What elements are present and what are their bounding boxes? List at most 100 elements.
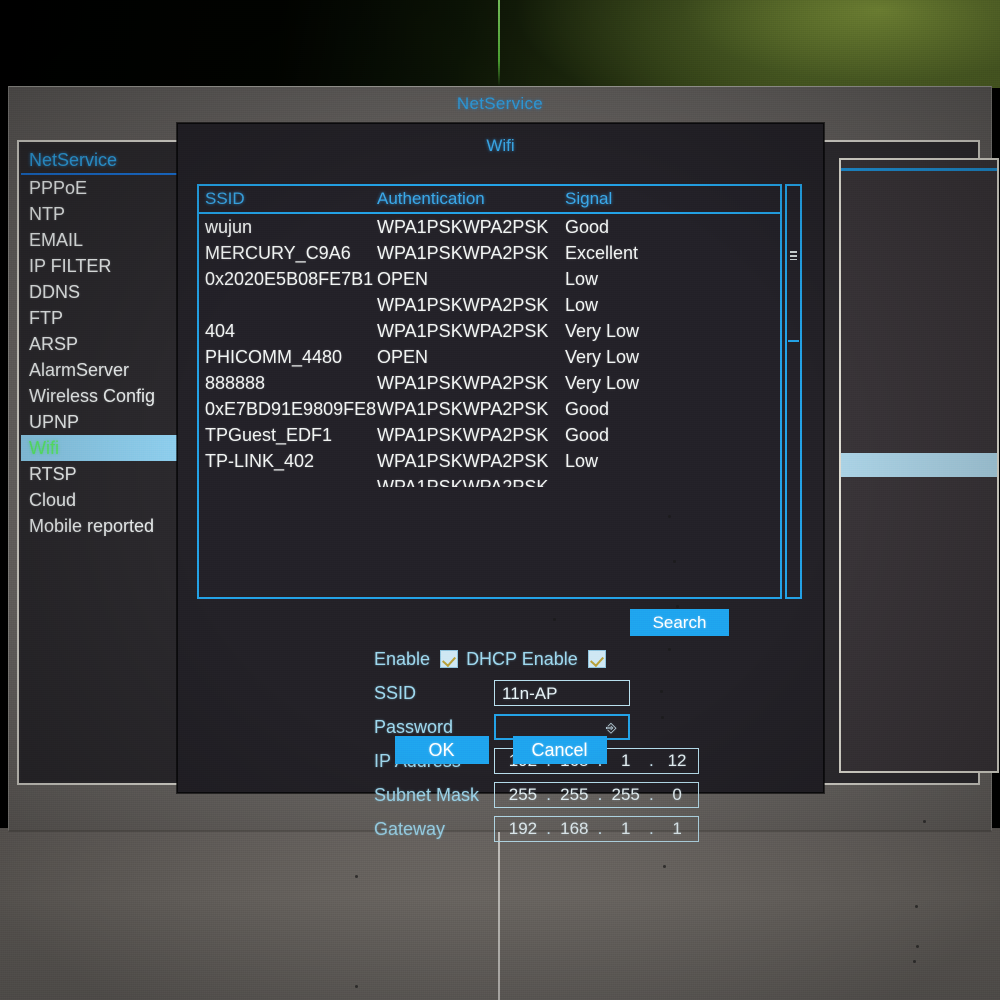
enable-label: Enable <box>374 648 431 669</box>
password-label: Password <box>374 716 454 737</box>
sidebar-item-rtsp[interactable]: RTSP <box>21 461 200 487</box>
sidebar-item-label: Cloud <box>29 490 77 510</box>
cell-signal: Excellent <box>565 243 639 263</box>
netservice-right-panel <box>839 158 999 773</box>
sidebar-item-label: Mobile reported <box>29 516 155 536</box>
table-row[interactable]: 0xE7BD91E9809FE8 WPA1PSKWPA2PSK Good <box>199 396 780 422</box>
subnet-dot: . <box>649 785 654 804</box>
table-row[interactable]: 404 WPA1PSKWPA2PSK Very Low <box>199 318 780 344</box>
sidebar-item-email[interactable]: EMAIL <box>21 227 200 253</box>
sidebar-item-alarmserver[interactable]: AlarmServer <box>21 357 200 383</box>
sidebar-item-arsp[interactable]: ARSP <box>21 331 200 357</box>
sidebar-item-upnp[interactable]: UPNP <box>21 409 200 435</box>
wifi-list-header: SSID Authentication Signal <box>199 186 780 214</box>
subnet-octets: 255 . 255 . 255 . 0 <box>502 783 698 807</box>
green-laser-line <box>498 0 500 86</box>
subnet-octet-3[interactable]: 255 <box>605 782 647 808</box>
enable-checkbox[interactable] <box>440 650 459 668</box>
cell-signal: Low <box>565 269 599 289</box>
sidebar-item-label: Wireless Config <box>29 386 156 406</box>
netservice-sidebar[interactable]: NetService PPPoE NTP EMAIL IP FILTER DDN… <box>21 144 201 781</box>
search-button[interactable]: Search <box>630 609 729 636</box>
cell-signal: Very Low <box>565 321 640 341</box>
wifi-network-list-area: SSID Authentication Signal wujun WPA1PSK… <box>197 184 802 599</box>
sidebar-item-label: EMAIL <box>29 230 84 250</box>
sidebar-item-cloud[interactable]: Cloud <box>21 487 200 513</box>
sidebar-item-mobile-reported[interactable]: Mobile reported <box>21 513 200 539</box>
table-row[interactable]: wujun WPA1PSKWPA2PSK Good <box>199 214 780 240</box>
photo-background-top <box>0 0 1000 88</box>
column-header-ssid: SSID <box>205 189 245 208</box>
sidebar-item-ip-filter[interactable]: IP FILTER <box>21 253 200 279</box>
sidebar-item-label: IP FILTER <box>29 256 112 276</box>
cell-ssid: 0x2020E5B08FE7B1 <box>205 269 374 289</box>
dhcp-enable-label: DHCP Enable <box>466 648 578 669</box>
screenshot-root: NetService NetService PPPoE NTP EMAIL IP… <box>0 0 1000 1000</box>
sidebar-item-pppoe[interactable]: PPPoE <box>21 175 200 201</box>
dhcp-enable-checkbox[interactable] <box>587 650 606 668</box>
cell-signal: Low <box>565 295 599 315</box>
right-panel-highlight-row[interactable] <box>841 453 997 477</box>
right-panel-accent-line <box>841 168 997 171</box>
cell-ssid <box>199 474 377 487</box>
sidebar-item-wireless-config[interactable]: Wireless Config <box>21 383 200 409</box>
table-row[interactable]: TP-LINK_402 WPA1PSKWPA2PSK Low <box>199 448 780 474</box>
gateway-input[interactable]: 192 . 168 . 1 . 1 <box>494 816 699 842</box>
cell-auth: WPA1PSKWPA2PSK <box>377 477 549 487</box>
wifi-dialog-footer: OK Cancel <box>178 736 823 766</box>
cell-auth: WPA1PSKWPA2PSK <box>377 373 549 393</box>
table-row[interactable]: 0x2020E5B08FE7B1 OPEN Low <box>199 266 780 292</box>
wifi-ok-button[interactable]: OK <box>394 736 489 764</box>
sidebar-item-label: NTP <box>29 204 65 224</box>
cell-auth: WPA1PSKWPA2PSK <box>377 425 549 445</box>
sidebar-item-netservice: NetService <box>21 147 200 175</box>
keyboard-icon[interactable]: ⎆ <box>606 721 621 734</box>
gateway-octet-1[interactable]: 192 <box>502 816 544 842</box>
ssid-input[interactable]: 11n-AP <box>494 680 630 706</box>
gateway-dot: . <box>546 819 551 838</box>
table-row[interactable]: WPA1PSKWPA2PSK Low <box>199 292 780 318</box>
gateway-dot: . <box>597 819 603 838</box>
cell-signal: Low <box>565 451 599 471</box>
cell-signal: Good <box>565 399 610 419</box>
gateway-octets: 192 . 168 . 1 . 1 <box>502 817 698 841</box>
gateway-octet-4[interactable]: 1 <box>656 816 698 842</box>
table-row[interactable]: 888888 WPA1PSKWPA2PSK Very Low <box>199 370 780 396</box>
table-row[interactable]: TPGuest_EDF1 WPA1PSKWPA2PSK Good <box>199 422 780 448</box>
sidebar-item-label: FTP <box>29 308 63 328</box>
table-row[interactable]: PHICOMM_4480 OPEN Very Low <box>199 344 780 370</box>
subnet-mask-input[interactable]: 255 . 255 . 255 . 0 <box>494 782 699 808</box>
cell-ssid: TP-LINK_402 <box>205 451 315 471</box>
sidebar-item-label: NetService <box>29 150 118 170</box>
sidebar-item-label: AlarmServer <box>29 360 130 380</box>
cell-auth: WPA1PSKWPA2PSK <box>377 295 549 315</box>
table-row[interactable]: MERCURY_C9A6 WPA1PSKWPA2PSK Excellent <box>199 240 780 266</box>
subnet-octet-2[interactable]: 255 <box>553 782 595 808</box>
subnet-octet-1[interactable]: 255 <box>502 782 544 808</box>
sidebar-item-ftp[interactable]: FTP <box>21 305 200 331</box>
table-row[interactable]: WPA1PSKWPA2PSK <box>199 474 780 487</box>
gateway-octet-3[interactable]: 1 <box>605 816 647 842</box>
cell-ssid: PHICOMM_4480 <box>205 347 343 367</box>
wifi-cancel-button[interactable]: Cancel <box>512 736 607 764</box>
cell-ssid: 0xE7BD91E9809FE8 <box>205 399 377 419</box>
sidebar-item-label: PPPoE <box>29 178 88 198</box>
enable-row: Enable DHCP Enable <box>374 642 804 676</box>
cell-ssid: TPGuest_EDF1 <box>205 425 333 445</box>
cell-auth: WPA1PSKWPA2PSK <box>377 217 549 237</box>
cell-ssid: 888888 <box>205 373 266 393</box>
wifi-list-rows: wujun WPA1PSKWPA2PSK Good MERCURY_C9A6 W… <box>199 214 780 487</box>
netservice-window-title: NetService <box>456 94 544 113</box>
wifi-network-list[interactable]: SSID Authentication Signal wujun WPA1PSK… <box>197 184 782 599</box>
gateway-dot: . <box>649 819 654 838</box>
cell-signal <box>565 474 780 487</box>
gateway-octet-2[interactable]: 168 <box>553 816 595 842</box>
sidebar-item-wifi[interactable]: Wifi <box>21 435 200 461</box>
scrollbar-thumb[interactable] <box>788 187 799 342</box>
cell-auth: WPA1PSKWPA2PSK <box>377 243 549 263</box>
subnet-octet-4[interactable]: 0 <box>656 782 698 808</box>
sidebar-item-ddns[interactable]: DDNS <box>21 279 200 305</box>
wifi-list-scrollbar[interactable] <box>785 184 802 599</box>
sidebar-item-ntp[interactable]: NTP <box>21 201 200 227</box>
photo-background-bottom <box>0 828 1000 1000</box>
